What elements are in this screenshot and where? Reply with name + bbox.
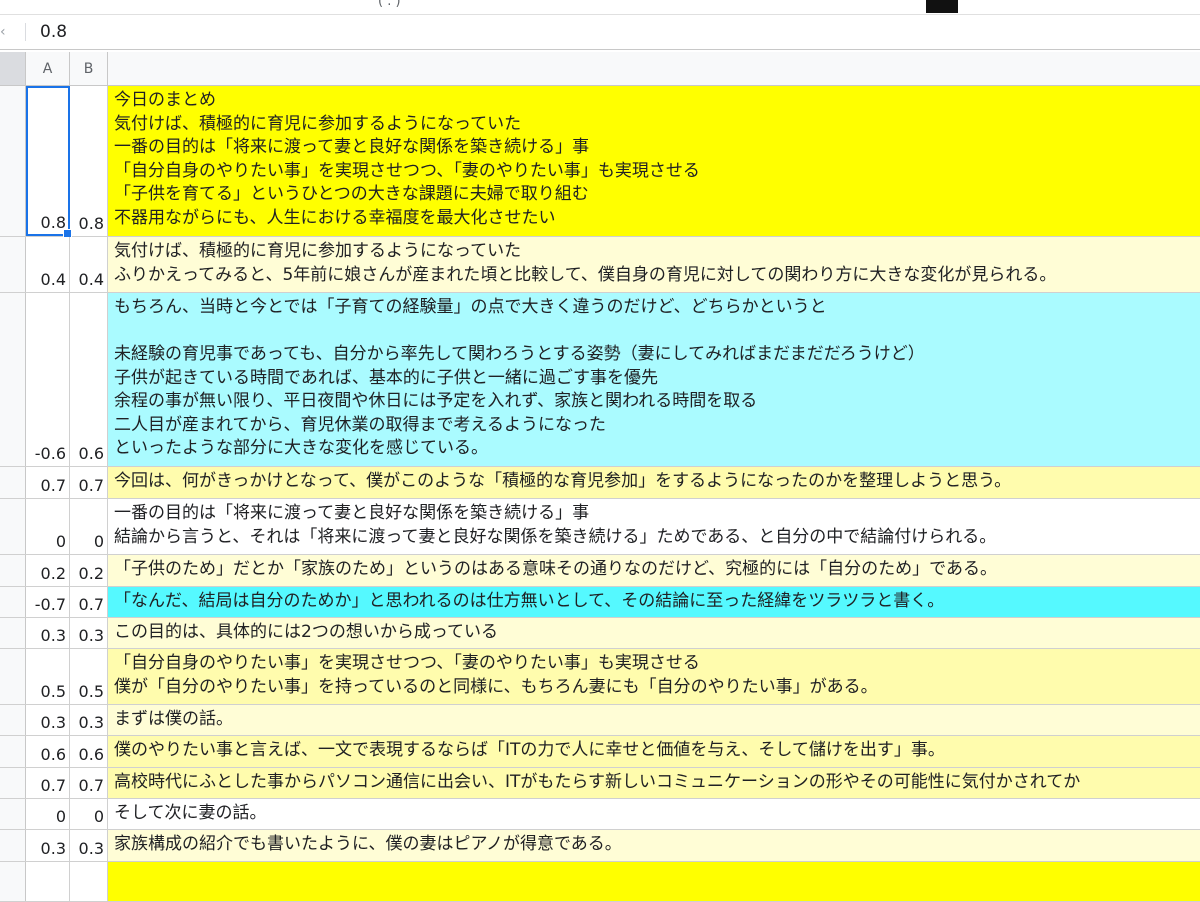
row-header[interactable] (0, 830, 26, 861)
cell-b[interactable]: 0.5 (70, 649, 108, 704)
cell-b[interactable]: 0.6 (70, 736, 108, 767)
formula-separator (25, 23, 26, 41)
cell-a[interactable]: 0 (26, 799, 70, 829)
cell-a[interactable]: 0.8 (26, 86, 72, 238)
cell-a[interactable]: -0.7 (26, 587, 70, 617)
cell-b[interactable]: 0.4 (70, 237, 108, 292)
cell-c[interactable]: まずは僕の話。 (108, 705, 1200, 735)
cell-c[interactable]: そして次に妻の話。 (108, 799, 1200, 829)
row-header[interactable] (0, 649, 26, 704)
cell-a[interactable]: 0.2 (26, 555, 70, 586)
row-header[interactable] (0, 799, 26, 829)
cell-b[interactable]: 0 (70, 799, 108, 829)
cell-a[interactable]: 0.4 (26, 237, 70, 292)
cell-b[interactable]: 0.8 (70, 86, 108, 236)
table-row (0, 862, 1200, 902)
cell-c[interactable]: 高校時代にふとした事からパソコン通信に出会い、ITがもたらす新しいコミュニケーシ… (108, 768, 1200, 798)
cell-c[interactable]: もちろん、当時と今とでは「子育ての経験量」の点で大きく違うのだけど、どちらかとい… (108, 293, 1200, 466)
cell-b[interactable]: 0.2 (70, 555, 108, 586)
cell-a[interactable]: 0.3 (26, 705, 70, 735)
formula-fx-icon: ‹ (0, 24, 6, 40)
cell-b[interactable]: 0.7 (70, 768, 108, 798)
app-top-bar: ( . ) (0, 0, 1200, 15)
table-row: 0.5 0.5 「自分自身のやりたい事」を実現させつつ、「妻のやりたい事」も実現… (0, 649, 1200, 705)
row-header[interactable] (0, 768, 26, 798)
table-row: 0 0 一番の目的は「将来に渡って妻と良好な関係を築き続ける」事 結論から言うと… (0, 499, 1200, 555)
row-header[interactable] (0, 736, 26, 767)
cell-b[interactable]: 0.6 (70, 293, 108, 466)
cell-c[interactable]: 一番の目的は「将来に渡って妻と良好な関係を築き続ける」事 結論から言うと、それは… (108, 499, 1200, 554)
cell-c[interactable] (108, 862, 1200, 901)
cell-b[interactable]: 0.7 (70, 587, 108, 617)
cell-a[interactable] (26, 862, 70, 901)
table-row: 0 0 そして次に妻の話。 (0, 799, 1200, 830)
cell-a[interactable]: 0.3 (26, 830, 70, 861)
spreadsheet-grid: 0.8 0.8 今日のまとめ 気付けば、積極的に育児に参加するようになっていた … (0, 86, 1200, 902)
cell-b[interactable] (70, 862, 108, 901)
select-all-corner[interactable] (0, 52, 26, 86)
table-row: 0.3 0.3 まずは僕の話。 (0, 705, 1200, 736)
cell-c[interactable]: 今回は、何がきっかけとなって、僕がこのような「積極的な育児参加」をするようになっ… (108, 467, 1200, 498)
document-title-fragment: ( . ) (378, 0, 401, 9)
cell-c[interactable]: この目的は、具体的には2つの想いから成っている (108, 618, 1200, 648)
row-header[interactable] (0, 237, 26, 292)
cell-b[interactable]: 0.7 (70, 467, 108, 498)
cell-a[interactable]: 0.7 (26, 768, 70, 798)
toolbar-black-block (926, 0, 958, 13)
cell-a[interactable]: 0.3 (26, 618, 70, 648)
row-header[interactable] (0, 705, 26, 735)
cell-c[interactable]: 僕のやりたい事と言えば、一文で表現するならば「ITの力で人に幸せと価値を与え、そ… (108, 736, 1200, 767)
row-header[interactable] (0, 293, 26, 466)
cell-a[interactable]: 0.5 (26, 649, 70, 704)
row-header[interactable] (0, 86, 26, 236)
row-header[interactable] (0, 587, 26, 617)
table-row: 0.6 0.6 僕のやりたい事と言えば、一文で表現するならば「ITの力で人に幸せ… (0, 736, 1200, 768)
cell-a[interactable]: 0 (26, 499, 70, 554)
table-row: 0.2 0.2 「子供のため」だとか「家族のため」というのはある意味その通りなの… (0, 555, 1200, 587)
cell-c[interactable]: 気付けば、積極的に育児に参加するようになっていた ふりかえってみると、5年前に娘… (108, 237, 1200, 292)
column-header-b[interactable]: B (70, 52, 108, 86)
cell-a[interactable]: 0.6 (26, 736, 70, 767)
row-header[interactable] (0, 499, 26, 554)
row-header[interactable] (0, 618, 26, 648)
column-header-a[interactable]: A (26, 52, 70, 86)
cell-b[interactable]: 0.3 (70, 705, 108, 735)
row-header[interactable] (0, 467, 26, 498)
cell-c[interactable]: 「自分自身のやりたい事」を実現させつつ、「妻のやりたい事」も実現させる 僕が「自… (108, 649, 1200, 704)
cell-c[interactable]: 「子供のため」だとか「家族のため」というのはある意味その通りなのだけど、究極的に… (108, 555, 1200, 586)
cell-c[interactable]: 「なんだ、結局は自分のためか」と思われるのは仕方無いとして、その結論に至った経緯… (108, 587, 1200, 617)
row-header[interactable] (0, 555, 26, 586)
table-row: 0.7 0.7 今回は、何がきっかけとなって、僕がこのような「積極的な育児参加」… (0, 467, 1200, 499)
cell-c[interactable]: 家族構成の紹介でも書いたように、僕の妻はピアノが得意である。 (108, 830, 1200, 861)
column-header-c[interactable] (108, 52, 1200, 86)
table-row: 0.7 0.7 高校時代にふとした事からパソコン通信に出会い、ITがもたらす新し… (0, 768, 1200, 799)
row-header[interactable] (0, 862, 26, 901)
formula-value[interactable]: 0.8 (40, 22, 67, 42)
formula-bar[interactable]: ‹ 0.8 (0, 15, 1200, 50)
table-row: 0.3 0.3 家族構成の紹介でも書いたように、僕の妻はピアノが得意である。 (0, 830, 1200, 862)
cell-b[interactable]: 0.3 (70, 830, 108, 861)
table-row: -0.6 0.6 もちろん、当時と今とでは「子育ての経験量」の点で大きく違うのだ… (0, 293, 1200, 467)
cell-a[interactable]: -0.6 (26, 293, 70, 466)
cell-b[interactable]: 0 (70, 499, 108, 554)
table-row: 0.8 0.8 今日のまとめ 気付けば、積極的に育児に参加するようになっていた … (0, 86, 1200, 238)
cell-a[interactable]: 0.7 (26, 467, 70, 498)
table-row: -0.7 0.7 「なんだ、結局は自分のためか」と思われるのは仕方無いとして、そ… (0, 587, 1200, 618)
table-row: 0.3 0.3 この目的は、具体的には2つの想いから成っている (0, 618, 1200, 649)
cell-b[interactable]: 0.3 (70, 618, 108, 648)
cell-c[interactable]: 今日のまとめ 気付けば、積極的に育児に参加するようになっていた 一番の目的は「将… (108, 86, 1200, 236)
table-row: 0.4 0.4 気付けば、積極的に育児に参加するようになっていた ふりかえってみ… (0, 237, 1200, 293)
